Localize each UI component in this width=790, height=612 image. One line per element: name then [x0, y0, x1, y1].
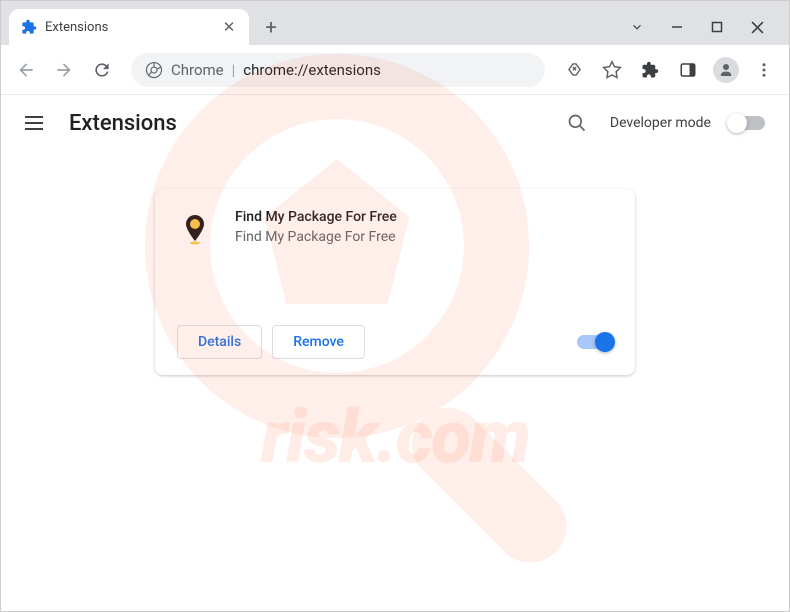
- chrome-icon: [145, 61, 163, 79]
- avatar-icon: [713, 57, 739, 83]
- puzzle-icon: [21, 19, 37, 35]
- close-window-icon[interactable]: [749, 19, 765, 35]
- search-icon[interactable]: [562, 108, 592, 138]
- extension-card: Find My Package For Free Find My Package…: [155, 189, 635, 375]
- dev-mode-label: Developer mode: [610, 115, 711, 131]
- watermark-text: risk.com: [261, 394, 529, 481]
- remove-button[interactable]: Remove: [272, 325, 365, 359]
- extensions-icon[interactable]: [635, 55, 665, 85]
- share-icon[interactable]: [559, 55, 589, 85]
- reload-button[interactable]: [87, 55, 117, 85]
- maximize-icon[interactable]: [709, 19, 725, 35]
- extensions-header: Extensions Developer mode: [1, 95, 789, 151]
- extension-description: Find My Package For Free: [235, 229, 613, 245]
- bookmark-icon[interactable]: [597, 55, 627, 85]
- tab-title: Extensions: [45, 20, 213, 35]
- url-text: Chrome | chrome://extensions: [171, 61, 381, 79]
- menu-icon[interactable]: [749, 55, 779, 85]
- url-bar[interactable]: Chrome | chrome://extensions: [131, 53, 545, 87]
- extension-name: Find My Package For Free: [235, 209, 613, 225]
- extension-icon: [177, 211, 213, 247]
- minimize-icon[interactable]: [669, 19, 685, 35]
- back-button[interactable]: [11, 55, 41, 85]
- details-button[interactable]: Details: [177, 325, 262, 359]
- page-title: Extensions: [69, 111, 177, 136]
- hamburger-menu[interactable]: [25, 111, 49, 135]
- forward-button[interactable]: [49, 55, 79, 85]
- close-tab-icon[interactable]: ✕: [221, 19, 237, 35]
- dev-mode-toggle[interactable]: [729, 116, 765, 130]
- sidepanel-icon[interactable]: [673, 55, 703, 85]
- window-controls: [629, 19, 781, 35]
- new-tab-button[interactable]: +: [257, 13, 285, 41]
- window-titlebar: Extensions ✕ +: [1, 1, 789, 45]
- profile-button[interactable]: [711, 55, 741, 85]
- browser-tab[interactable]: Extensions ✕: [9, 9, 249, 45]
- address-bar: Chrome | chrome://extensions: [1, 45, 789, 95]
- extension-enable-toggle[interactable]: [577, 335, 613, 349]
- extension-list: Find My Package For Free Find My Package…: [1, 151, 789, 375]
- chevron-down-icon[interactable]: [629, 19, 645, 35]
